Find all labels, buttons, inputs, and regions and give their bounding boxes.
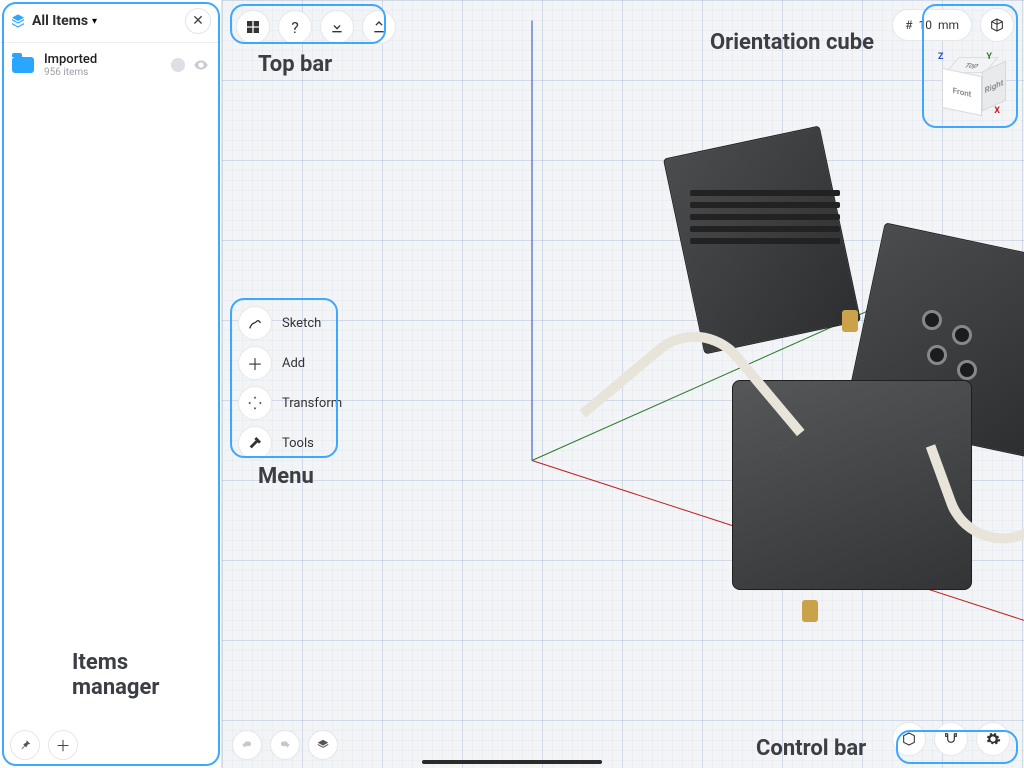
orientation-cube[interactable]: Top Front Right X Y Z	[930, 50, 1010, 130]
layers-button[interactable]	[308, 730, 338, 760]
layers-icon	[10, 13, 26, 29]
menu-item-tools[interactable]: Tools	[238, 426, 342, 460]
redo-icon	[278, 738, 292, 752]
import-button[interactable]	[320, 10, 354, 44]
redo-button[interactable]	[270, 730, 300, 760]
export-button[interactable]	[362, 10, 396, 44]
caret-down-icon: ▾	[92, 16, 97, 27]
cube-axis-x: X	[994, 106, 1000, 116]
home-cube-icon	[989, 17, 1005, 33]
help-button[interactable]: ?	[278, 10, 312, 44]
hash-icon: #	[905, 18, 912, 32]
history-bar	[232, 730, 338, 760]
close-panel-button[interactable]: ✕	[185, 8, 211, 34]
home-view-button[interactable]	[980, 8, 1014, 42]
help-icon: ?	[291, 18, 299, 37]
items-title: All Items	[32, 13, 88, 29]
top-bar: ?	[232, 6, 400, 48]
folder-name: Imported	[44, 52, 97, 67]
axis-y	[532, 257, 989, 461]
axis-z	[532, 21, 533, 461]
layers-icon	[316, 738, 330, 752]
view-mode-button[interactable]	[892, 722, 926, 756]
menu-item-sketch[interactable]: Sketch	[238, 306, 342, 340]
cube-axis-z: Z	[938, 52, 943, 62]
settings-button[interactable]	[976, 722, 1010, 756]
menu-label-sketch: Sketch	[282, 316, 321, 331]
menu-label-transform: Transform	[282, 396, 342, 411]
menu-item-transform[interactable]: Transform	[238, 386, 342, 420]
items-header[interactable]: All Items ▾ ✕	[0, 0, 221, 43]
magnet-icon	[943, 731, 959, 747]
units-value: 10	[918, 18, 932, 32]
transform-button[interactable]	[238, 386, 272, 420]
transform-icon	[247, 395, 263, 411]
cube-face-front[interactable]: Front	[942, 68, 982, 117]
menu-label-tools: Tools	[282, 436, 314, 451]
menu-label-add: Add	[282, 356, 305, 371]
units-unit: mm	[938, 18, 959, 32]
tool-menu: Sketch ＋ Add Transform Tools	[232, 300, 348, 466]
units-display[interactable]: # 10 mm	[892, 9, 972, 41]
home-indicator	[422, 760, 602, 764]
status-dot-icon[interactable]	[171, 58, 185, 72]
undo-icon	[240, 738, 254, 752]
pin-icon	[18, 738, 32, 752]
visibility-icon[interactable]	[193, 57, 209, 73]
add-button[interactable]: ＋	[238, 346, 272, 380]
export-icon	[371, 19, 387, 35]
folder-item-imported[interactable]: Imported 956 items	[0, 43, 221, 87]
cube-axis-y: Y	[986, 52, 992, 62]
axis-x	[532, 460, 1024, 653]
sketch-icon	[247, 315, 263, 331]
folder-icon	[12, 57, 34, 73]
units-bar: # 10 mm	[892, 8, 1014, 42]
undo-button[interactable]	[232, 730, 262, 760]
gear-icon	[985, 731, 1001, 747]
folder-count: 956 items	[44, 67, 97, 78]
grid-icon	[245, 19, 261, 35]
model-engine	[602, 120, 1024, 630]
items-manager-panel: All Items ▾ ✕ Imported 956 items ＋	[0, 0, 222, 768]
cube-icon	[901, 731, 917, 747]
grid-view-button[interactable]	[236, 10, 270, 44]
control-bar	[888, 718, 1014, 760]
pin-button[interactable]	[10, 730, 40, 760]
hammer-icon	[247, 435, 263, 451]
menu-item-add[interactable]: ＋ Add	[238, 346, 342, 380]
tools-button[interactable]	[238, 426, 272, 460]
snap-button[interactable]	[934, 722, 968, 756]
import-icon	[329, 19, 345, 35]
sketch-button[interactable]	[238, 306, 272, 340]
sidebar-footer: ＋	[0, 722, 221, 768]
add-item-button[interactable]: ＋	[48, 730, 78, 760]
